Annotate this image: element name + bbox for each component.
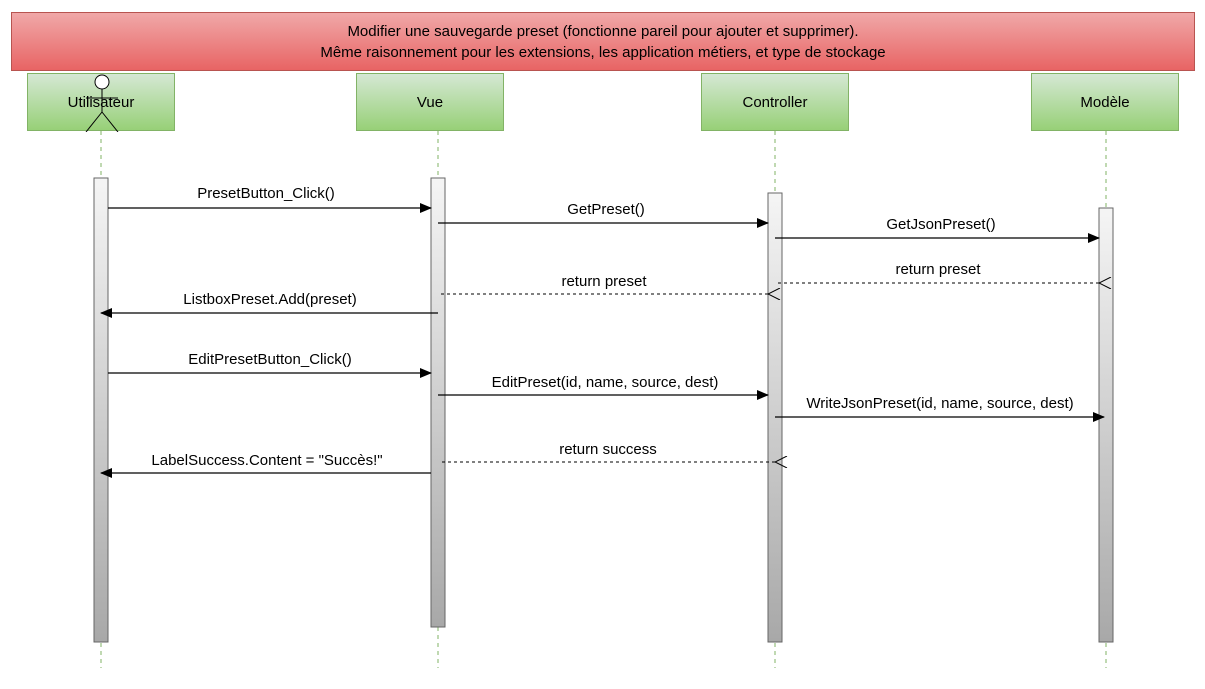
diagram-title-line-1: Modifier une sauvegarde preset (fonction… (347, 22, 859, 40)
participant-label: Modèle (1080, 93, 1130, 111)
participant-label: Controller (742, 93, 808, 111)
message-label-11: LabelSuccess.Content = "Succès!" (151, 452, 382, 469)
message-label-9: WriteJsonPreset(id, name, source, dest) (806, 395, 1073, 412)
participant-controller[interactable]: Controller (701, 73, 849, 131)
participant-label: Vue (416, 93, 444, 111)
diagram-canvas: PresetButton_Click() GetPreset() GetJson… (93, 131, 1114, 668)
activation-utilisateur (93, 177, 109, 643)
message-label-2: GetPreset() (567, 201, 645, 218)
activation-modele (1098, 207, 1114, 643)
participant-label: Utilisateur (67, 93, 135, 111)
message-label-7: EditPresetButton_Click() (188, 351, 351, 368)
message-label-4: return preset (895, 261, 981, 278)
message-label-3: GetJsonPreset() (886, 216, 995, 233)
activation-vue (430, 177, 446, 628)
participant-modele[interactable]: Modèle (1031, 73, 1179, 131)
diagram-title: Modifier une sauvegarde preset (fonction… (11, 12, 1195, 71)
message-label-10: return success (559, 441, 657, 458)
message-label-8: EditPreset(id, name, source, dest) (492, 374, 719, 391)
participant-utilisateur[interactable]: Utilisateur (27, 73, 175, 132)
message-label-1: PresetButton_Click() (197, 185, 335, 202)
message-label-5: return preset (561, 273, 647, 290)
participant-vue[interactable]: Vue (356, 73, 504, 131)
message-label-6: ListboxPreset.Add(preset) (183, 291, 356, 308)
diagram-title-line-2: Même raisonnement pour les extensions, l… (320, 43, 886, 61)
